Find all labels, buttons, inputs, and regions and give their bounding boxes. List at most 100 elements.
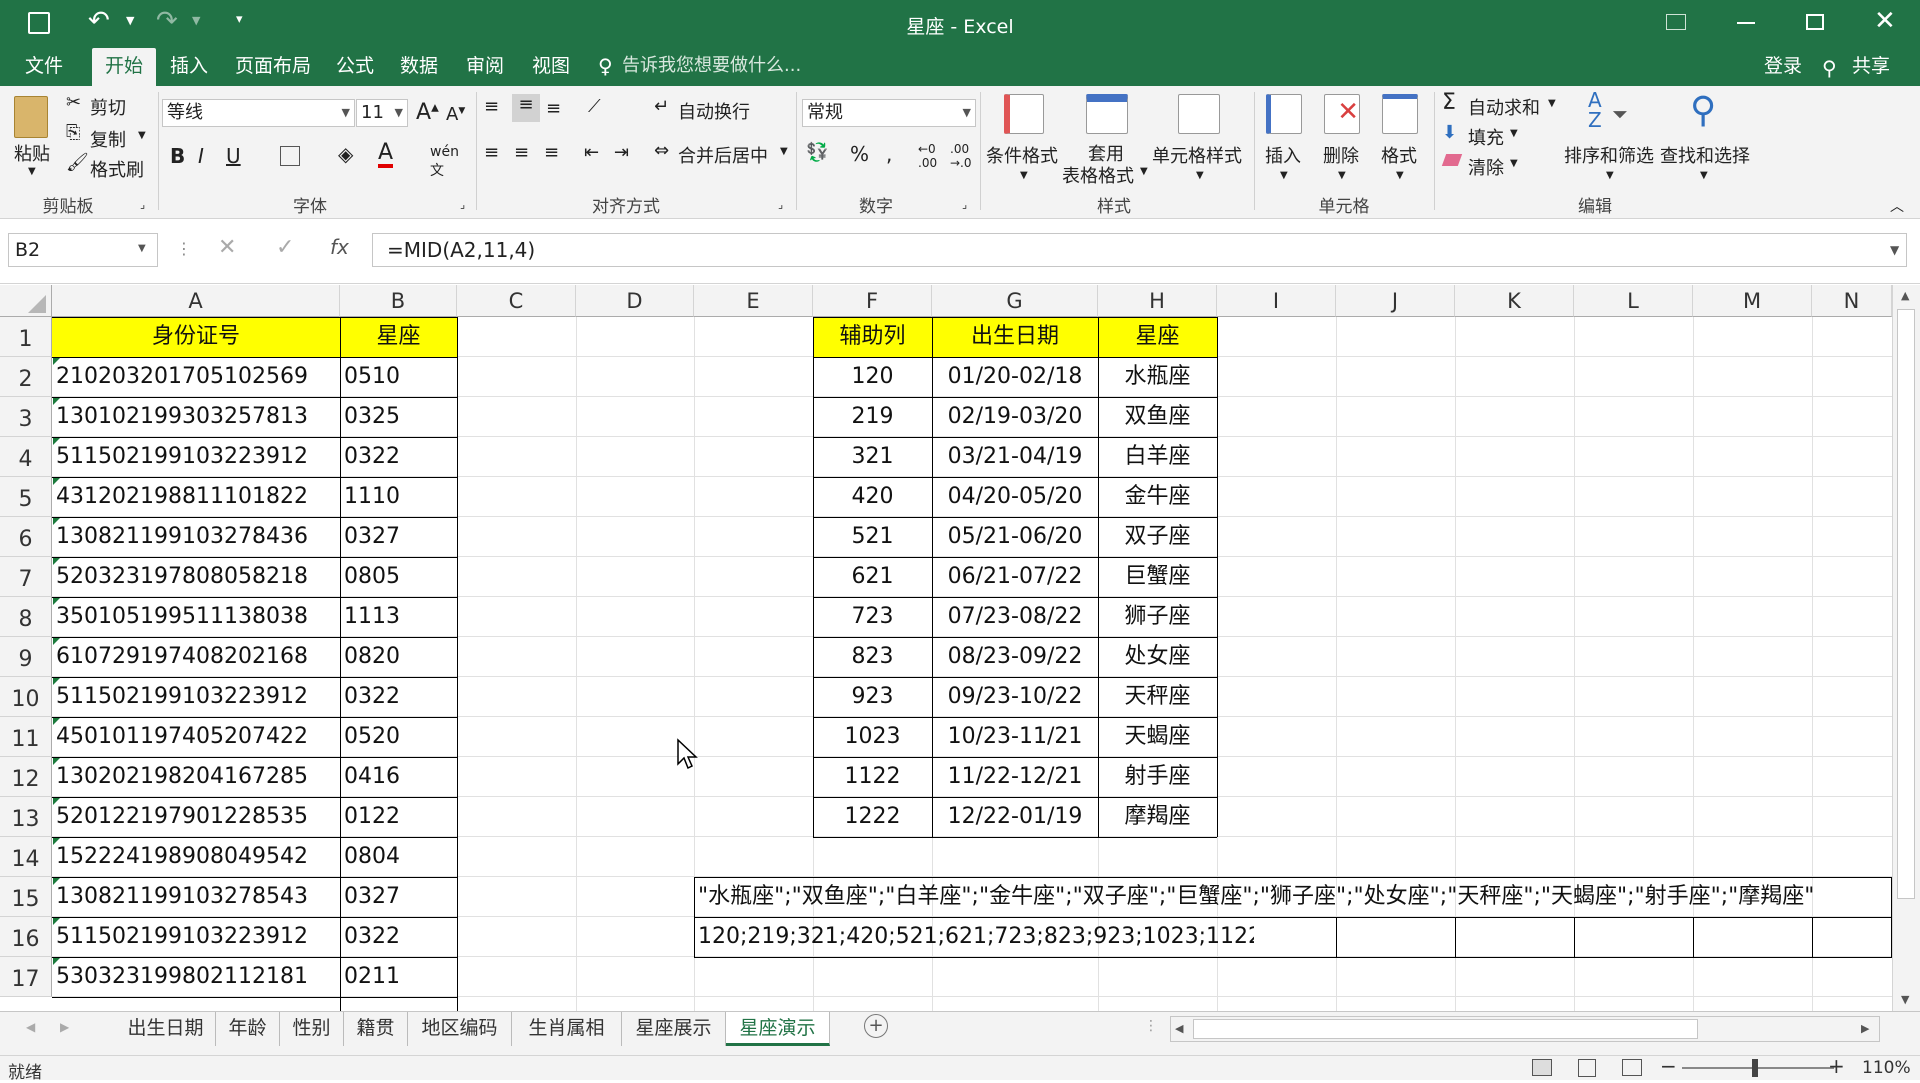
expand-formula-icon[interactable]: ▼: [1890, 243, 1899, 257]
italic-icon[interactable]: I: [198, 144, 204, 168]
cell-f10[interactable]: 923: [813, 677, 932, 717]
sort-filter-button[interactable]: 排序和筛选: [1564, 142, 1654, 168]
tab-scroll-right-icon[interactable]: ▶: [60, 1020, 69, 1034]
copy-icon[interactable]: ⎘: [66, 122, 80, 143]
font-name-combo[interactable]: 等线 ▼: [162, 99, 355, 127]
sheet-tab-birthdate[interactable]: 出生日期: [116, 1012, 216, 1046]
borders-icon[interactable]: [280, 146, 300, 166]
format-cells-button[interactable]: 格式: [1381, 142, 1417, 168]
cell-b17[interactable]: 0211: [340, 957, 457, 997]
cell-g12[interactable]: 11/22-12/21: [932, 757, 1098, 797]
row-header-1[interactable]: 1: [0, 317, 52, 357]
cell-g3[interactable]: 02/19-03/20: [932, 397, 1098, 437]
sheet-tab-constellation-show[interactable]: 星座展示: [622, 1012, 726, 1046]
merge-center-button[interactable]: 合并后居中: [678, 142, 768, 168]
align-bottom-icon[interactable]: ≡: [546, 98, 561, 119]
cell-a3[interactable]: 130102199303257813: [52, 397, 340, 437]
row-header-10[interactable]: 10: [0, 677, 52, 717]
row-header-2[interactable]: 2: [0, 357, 52, 397]
clear-dropdown-icon[interactable]: ▼: [1510, 158, 1518, 169]
fill-color-icon[interactable]: ◈: [338, 142, 353, 166]
share-button[interactable]: 共享: [1846, 48, 1896, 86]
phonetic-icon[interactable]: wén 文: [430, 144, 459, 180]
align-top-icon[interactable]: ≡: [484, 96, 499, 117]
cell-g10[interactable]: 09/23-10/22: [932, 677, 1098, 717]
column-header-g[interactable]: G: [932, 285, 1098, 317]
cell-a5[interactable]: 431202198811101822: [52, 477, 340, 517]
percent-icon[interactable]: %: [850, 142, 869, 166]
cell-g9[interactable]: 08/23-09/22: [932, 637, 1098, 677]
cell-b2[interactable]: 0510: [340, 357, 457, 397]
insert-function-icon[interactable]: fx: [330, 235, 349, 259]
cell-h5[interactable]: 金牛座: [1098, 477, 1217, 517]
cell-b10[interactable]: 0322: [340, 677, 457, 717]
row-header-6[interactable]: 6: [0, 517, 52, 557]
new-sheet-icon[interactable]: +: [864, 1014, 888, 1038]
tab-scroll-left-icon[interactable]: ◀: [26, 1020, 35, 1034]
header2-h[interactable]: 星座: [1098, 317, 1217, 357]
cell-a4[interactable]: 511502199103223912: [52, 437, 340, 477]
format-as-table-button-line2[interactable]: 表格格式: [1062, 162, 1134, 188]
find-select-dropdown-icon[interactable]: ▼: [1700, 170, 1708, 181]
cell-b11[interactable]: 0520: [340, 717, 457, 757]
redo-dropdown-icon[interactable]: ▼: [192, 14, 200, 27]
increase-decimal-icon[interactable]: ←0.00: [918, 142, 937, 170]
page-layout-view-icon[interactable]: [1578, 1059, 1596, 1077]
cell-a9[interactable]: 610729197408202168: [52, 637, 340, 677]
cell-a6[interactable]: 130821199103278436: [52, 517, 340, 557]
user-icon[interactable]: ⚲: [1822, 56, 1837, 80]
customize-qat-icon[interactable]: ▾: [236, 12, 243, 27]
row-header-8[interactable]: 8: [0, 597, 52, 637]
copy-button[interactable]: 复制: [90, 126, 126, 152]
header2-f[interactable]: 辅助列: [813, 317, 932, 357]
zoom-in-icon[interactable]: +: [1828, 1054, 1845, 1078]
collapse-ribbon-icon[interactable]: ︿: [1890, 196, 1904, 216]
row-header-14[interactable]: 14: [0, 837, 52, 877]
maximize-icon[interactable]: [1806, 14, 1824, 30]
cell-styles-button[interactable]: 单元格样式: [1152, 142, 1242, 168]
hscroll-right-icon[interactable]: ▶: [1861, 1022, 1869, 1035]
cell-h9[interactable]: 处女座: [1098, 637, 1217, 677]
find-select-icon[interactable]: ⚲: [1690, 90, 1716, 131]
cell-f4[interactable]: 321: [813, 437, 932, 477]
delete-dropdown-icon[interactable]: ▼: [1338, 170, 1346, 181]
row-header-17[interactable]: 17: [0, 957, 52, 997]
cell-b5[interactable]: 1110: [340, 477, 457, 517]
row-header-5[interactable]: 5: [0, 477, 52, 517]
column-header-a[interactable]: A: [52, 285, 340, 317]
sort-filter-icon[interactable]: AZ: [1588, 90, 1602, 130]
scroll-up-icon[interactable]: ▲: [1901, 289, 1909, 302]
cell-h2[interactable]: 水瓶座: [1098, 357, 1217, 397]
cell-a16[interactable]: 511502199103223912: [52, 917, 340, 957]
delete-cells-icon[interactable]: ✕: [1324, 94, 1360, 134]
delete-cells-button[interactable]: 删除: [1323, 142, 1359, 168]
column-header-i[interactable]: I: [1217, 285, 1336, 317]
normal-view-icon[interactable]: [1532, 1059, 1552, 1076]
align-middle-icon[interactable]: ≡: [512, 94, 540, 122]
column-header-h[interactable]: H: [1098, 285, 1217, 317]
insert-cells-icon[interactable]: [1266, 94, 1302, 134]
number-launcher-icon[interactable]: ⌟: [962, 198, 967, 211]
name-box-dropdown-icon[interactable]: ▼: [138, 243, 146, 254]
merge-dropdown-icon[interactable]: ▼: [780, 146, 788, 157]
hscroll-left-icon[interactable]: ◀: [1175, 1022, 1183, 1035]
tell-me-box[interactable]: 告诉我您想要做什么...: [622, 48, 812, 86]
row-header-15[interactable]: 15: [0, 877, 52, 917]
sheet-tab-age[interactable]: 年龄: [216, 1012, 280, 1046]
cell-g13[interactable]: 12/22-01/19: [932, 797, 1098, 837]
zoom-slider-thumb[interactable]: [1752, 1059, 1758, 1077]
ribbon-display-icon[interactable]: [1666, 14, 1686, 30]
cell-h6[interactable]: 双子座: [1098, 517, 1217, 557]
column-header-l[interactable]: L: [1574, 285, 1693, 317]
cell-h13[interactable]: 摩羯座: [1098, 797, 1217, 837]
accounting-format-icon[interactable]: 💱: [806, 142, 828, 163]
merge-center-icon[interactable]: ⇔: [654, 140, 669, 161]
tab-view[interactable]: 视图: [526, 48, 576, 86]
column-header-k[interactable]: K: [1455, 285, 1574, 317]
wrap-text-button[interactable]: 自动换行: [678, 98, 750, 124]
sign-in-link[interactable]: 登录: [1758, 48, 1808, 86]
cell-e16[interactable]: 120;219;321;420;521;621;723;823;923;1023…: [694, 917, 1254, 957]
zoom-level[interactable]: 110%: [1862, 1058, 1911, 1078]
format-painter-button[interactable]: 格式刷: [90, 156, 144, 182]
clear-button[interactable]: 清除: [1468, 154, 1504, 180]
